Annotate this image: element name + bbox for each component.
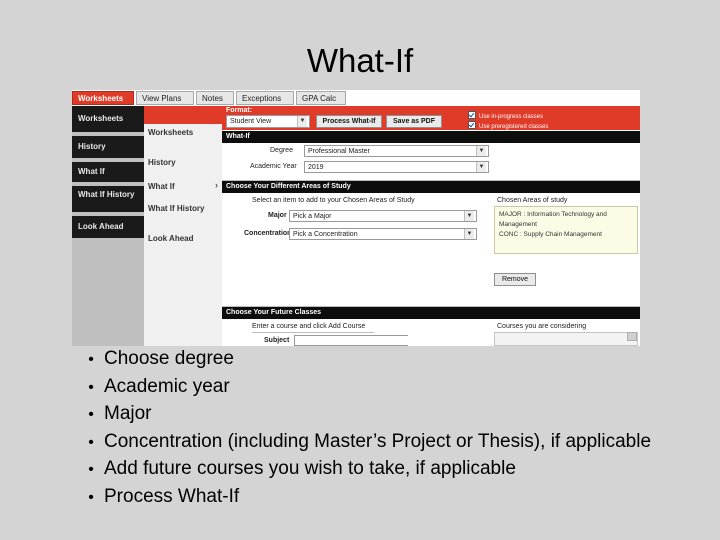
chevron-right-icon: › — [215, 180, 218, 190]
subject-label: Subject — [264, 337, 290, 344]
tab-view-plans[interactable]: View Plans — [136, 91, 194, 105]
list-item-label: Choose degree — [104, 348, 234, 369]
subnav-label-what-if-history[interactable]: What If History — [148, 204, 208, 214]
format-select[interactable]: Student View ▼ — [226, 115, 310, 128]
chosen-area-item: CONC : Supply Chain Management — [499, 230, 602, 238]
bullet-icon: • — [88, 406, 94, 423]
sidebar-item-worksheets[interactable]: Worksheets — [72, 106, 144, 132]
courses-considering-list[interactable] — [494, 332, 638, 346]
remove-button[interactable]: Remove — [494, 273, 536, 286]
chevron-down-icon: ▼ — [297, 116, 307, 127]
chevron-down-icon: ▼ — [464, 229, 474, 239]
list-item: • Choose degree — [78, 346, 718, 374]
subject-spacer — [408, 333, 420, 346]
list-item-label: Major — [104, 403, 152, 424]
future-instruction: Enter a course and click Add Course — [252, 323, 366, 330]
academic-year-select-value: 2019 — [308, 164, 324, 171]
bullet-icon: • — [88, 433, 94, 451]
concentration-select[interactable]: Pick a Concentration ▼ — [289, 228, 477, 240]
format-label: Format: — [226, 107, 253, 114]
list-item-label: Process What-If — [104, 485, 240, 507]
sidebar-item-history[interactable]: History — [72, 136, 144, 158]
list-item: • Concentration (including Master’s Proj… — [78, 429, 718, 457]
major-select-value: Pick a Major — [293, 213, 332, 220]
subnav-label-history[interactable]: History — [148, 158, 176, 167]
major-select[interactable]: Pick a Major ▼ — [289, 210, 477, 222]
list-item-label: Concentration (including Master’s Projec… — [104, 430, 652, 452]
scrollbar-thumb[interactable] — [627, 332, 637, 341]
bullet-list: • Choose degree • Academic year • Major … — [78, 346, 718, 511]
sidebar: Worksheets History What If What If Histo… — [72, 106, 144, 346]
section-header-what-if: What-If — [222, 131, 640, 143]
subject-input[interactable] — [294, 335, 414, 346]
areas-instruction: Select an item to add to your Chosen Are… — [252, 197, 415, 204]
list-item-label: Academic year — [104, 375, 230, 397]
tab-exceptions[interactable]: Exceptions — [236, 91, 294, 105]
sidebar-item-what-if-history[interactable]: What If History — [72, 186, 144, 212]
sidebar-filler — [72, 242, 144, 346]
list-item: • Add future courses you wish to take, i… — [78, 456, 718, 484]
degreeworks-screenshot: Worksheets View Plans Notes Exceptions G… — [72, 90, 640, 346]
save-as-pdf-button[interactable]: Save as PDF — [386, 115, 442, 128]
chevron-down-icon: ▼ — [476, 162, 486, 172]
list-item: • Academic year — [78, 374, 718, 402]
bullet-icon: • — [88, 378, 94, 396]
academic-year-label: Academic Year — [250, 163, 297, 170]
checkbox-icon — [468, 111, 476, 119]
checkbox-preregistered-label: Use preregistered classes — [479, 124, 549, 130]
subnav-label-what-if[interactable]: What If — [148, 182, 175, 191]
list-item: • Major — [78, 401, 718, 429]
chevron-down-icon: ▼ — [464, 211, 474, 221]
checkbox-in-progress-classes[interactable]: Use in-progress classes — [468, 110, 543, 120]
tab-strip: Worksheets View Plans Notes Exceptions G… — [72, 90, 640, 106]
bullet-icon: • — [88, 461, 94, 478]
sidebar-item-look-ahead[interactable]: Look Ahead — [72, 216, 144, 238]
tab-worksheets[interactable]: Worksheets — [72, 91, 134, 105]
subnav-header — [144, 106, 222, 124]
checkbox-icon — [468, 121, 476, 129]
divider — [252, 332, 374, 333]
major-label: Major — [268, 212, 287, 219]
chosen-area-item: MAJOR : Information Technology and Manag… — [499, 211, 607, 228]
format-select-value: Student View — [230, 118, 272, 125]
bullet-icon: • — [88, 351, 94, 368]
section-header-areas-of-study: Choose Your Different Areas of Study — [222, 181, 640, 193]
concentration-label: Concentration — [244, 230, 292, 237]
degree-label: Degree — [270, 147, 293, 154]
chosen-areas-list[interactable]: MAJOR : Information Technology and Manag… — [494, 206, 638, 254]
chevron-down-icon: ▼ — [476, 146, 486, 156]
academic-year-select[interactable]: 2019 ▼ — [304, 161, 489, 173]
degree-select[interactable]: Professional Master ▼ — [304, 145, 489, 157]
list-item-label: Add future courses you wish to take, if … — [104, 458, 516, 479]
list-item: • Process What-If — [78, 484, 718, 512]
page-title: What-If — [306, 42, 414, 79]
section-header-future-classes: Choose Your Future Classes — [222, 307, 640, 319]
process-what-if-button[interactable]: Process What-If — [316, 115, 382, 128]
sidebar-item-what-if[interactable]: What If — [72, 162, 144, 182]
bullet-icon: • — [88, 488, 94, 506]
courses-considering-label: Courses you are considering — [497, 323, 587, 330]
subnav-label-worksheets[interactable]: Worksheets — [148, 128, 193, 137]
chosen-areas-label: Chosen Areas of study — [497, 197, 568, 204]
checkbox-preregistered-classes[interactable]: Use preregistered classes — [468, 120, 548, 130]
tab-notes[interactable]: Notes — [196, 91, 234, 105]
subnav-column: Worksheets History What If › What If His… — [144, 106, 223, 346]
tab-gpa-calc[interactable]: GPA Calc — [296, 91, 346, 105]
concentration-select-value: Pick a Concentration — [293, 231, 358, 238]
main-panel: Format: Student View ▼ Process What-If S… — [222, 106, 640, 346]
degree-select-value: Professional Master — [308, 148, 370, 155]
subnav-label-look-ahead[interactable]: Look Ahead — [148, 234, 193, 243]
